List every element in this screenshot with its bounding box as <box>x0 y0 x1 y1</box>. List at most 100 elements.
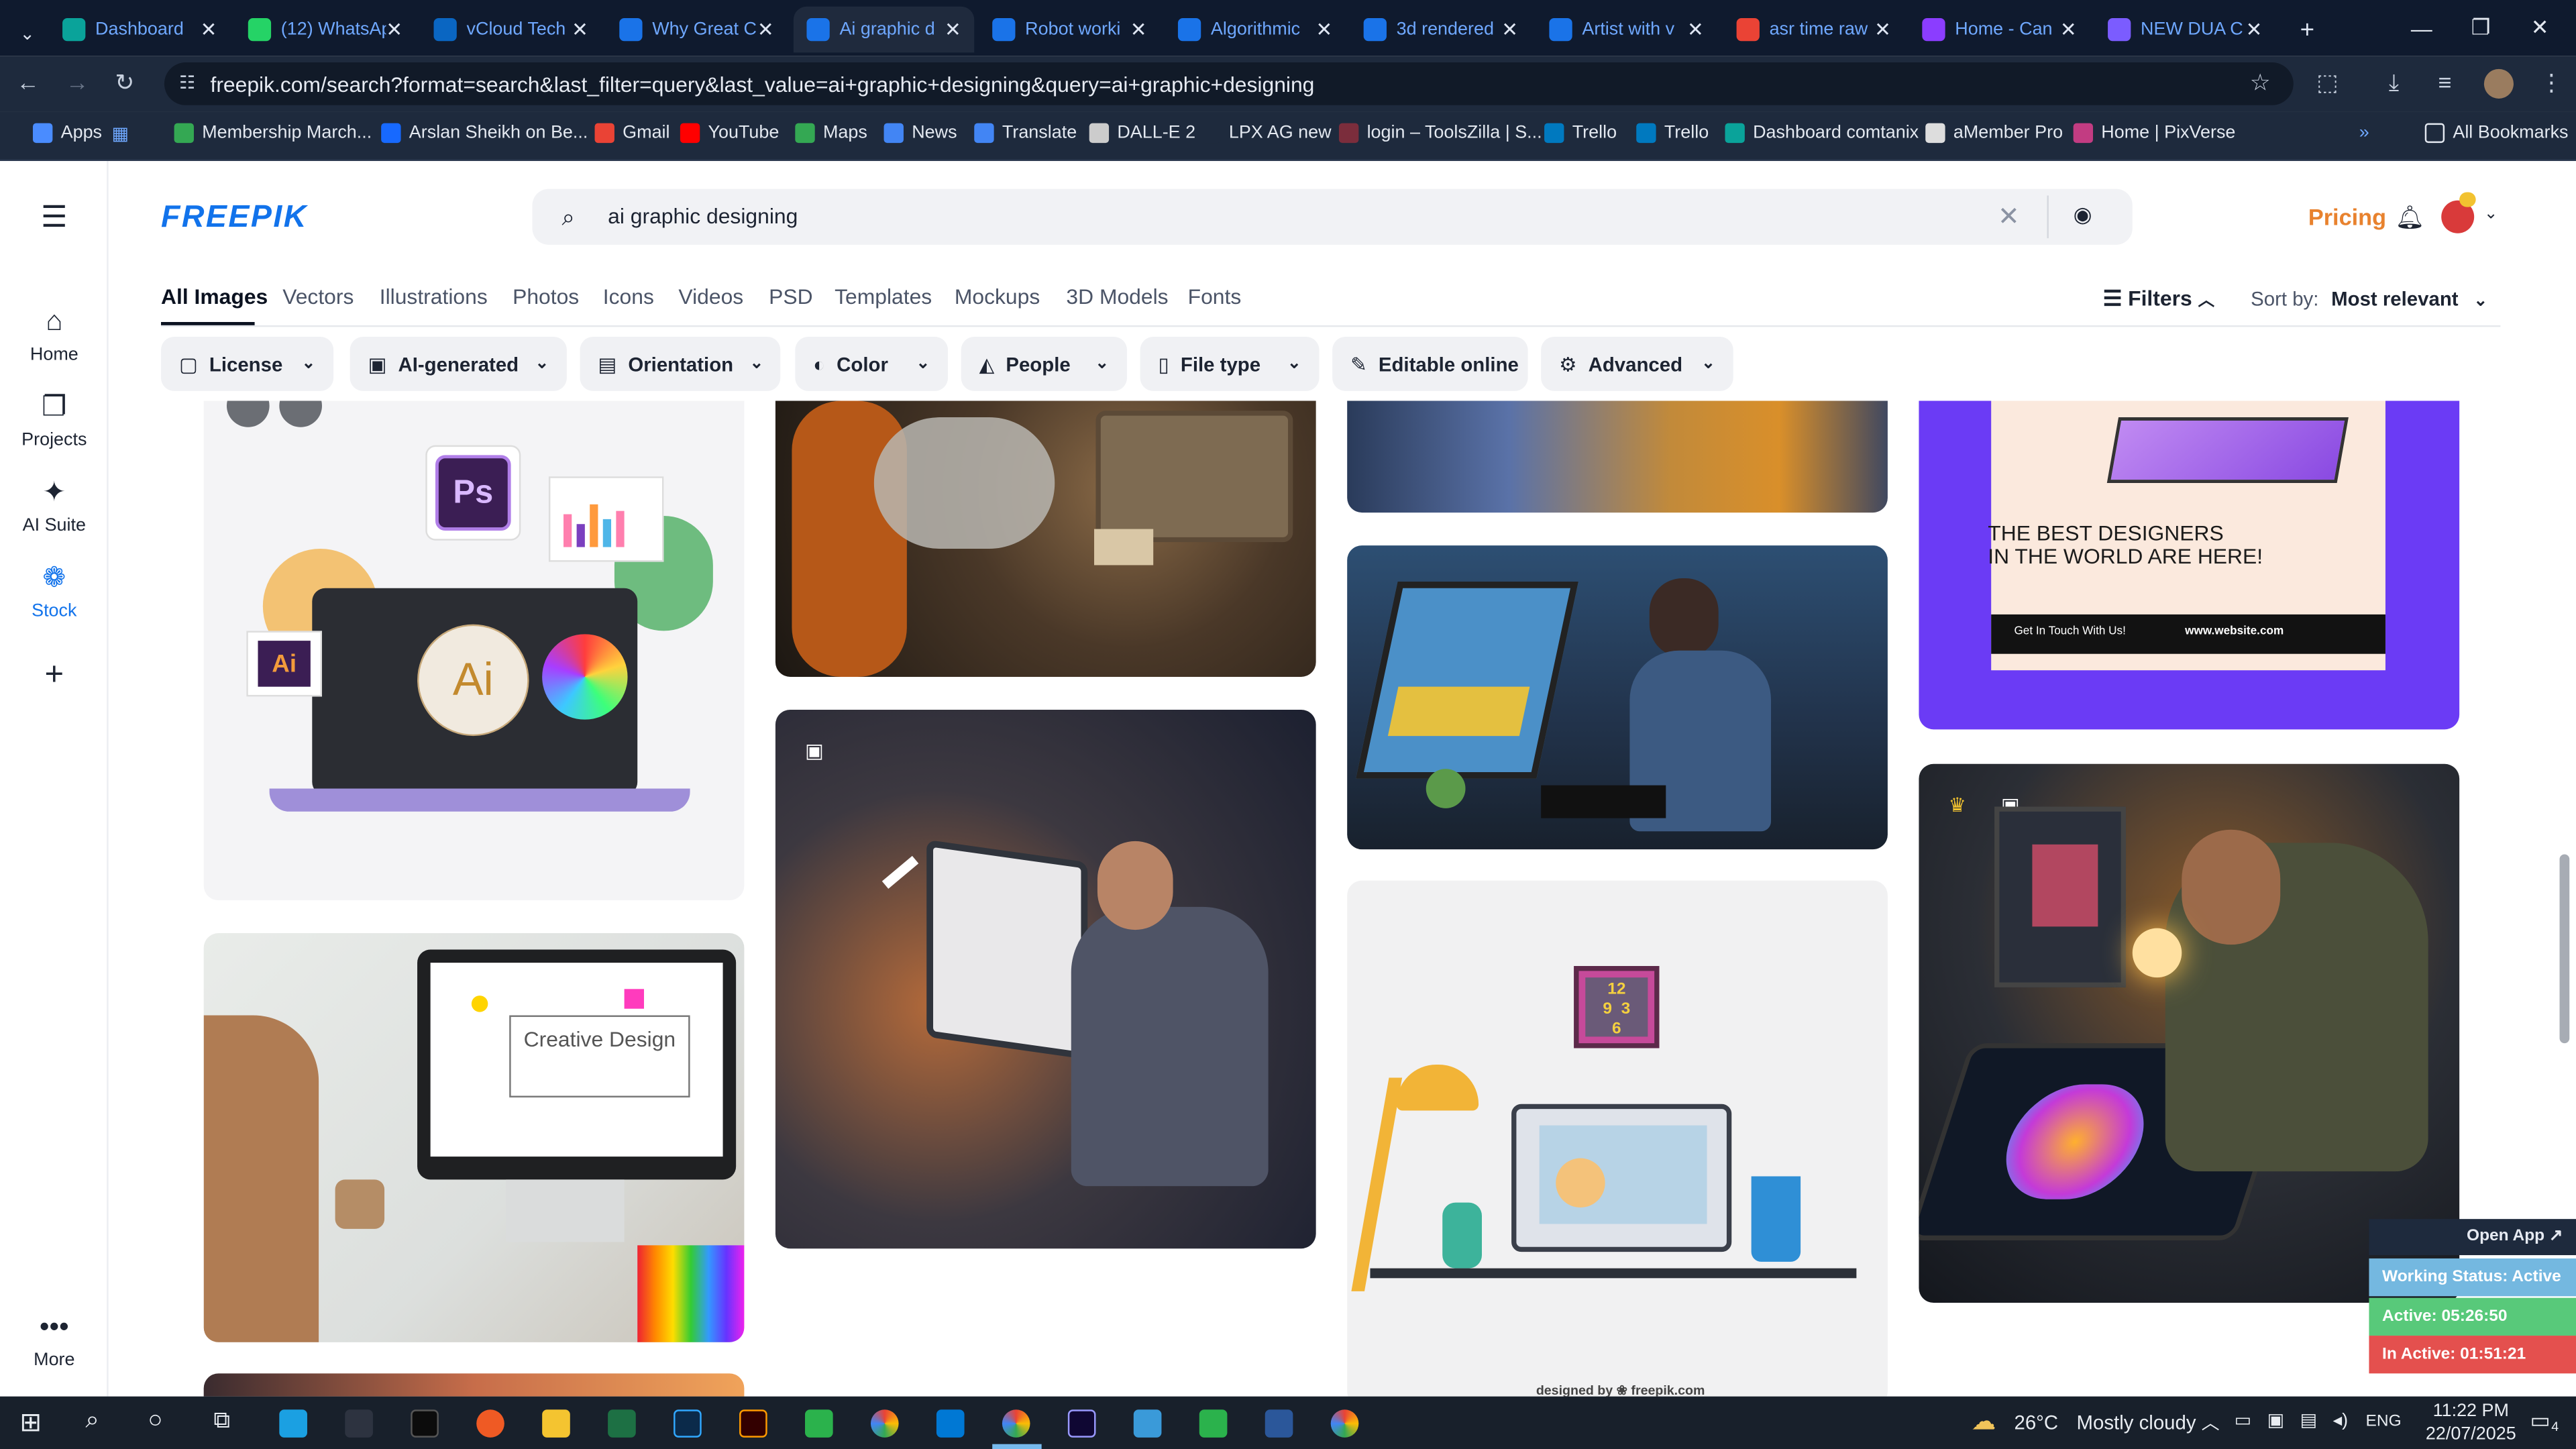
result-image-patterned-cloth[interactable] <box>1347 400 1888 513</box>
close-tab-icon[interactable]: ✕ <box>572 18 588 41</box>
filter-chip-advanced[interactable]: ⚙ Advanced ⌄ <box>1541 337 1733 391</box>
word-icon[interactable] <box>1265 1409 1293 1438</box>
address-bar[interactable]: ☷ freepik.com/search?format=search&last_… <box>164 62 2294 105</box>
browser-tab[interactable]: Robot worki ✕ <box>979 7 1160 53</box>
bookmark-item[interactable]: DALL-E 2 <box>1089 123 1195 144</box>
bookmark-item[interactable]: Trello <box>1636 123 1709 144</box>
chrome-active-icon[interactable] <box>1002 1409 1030 1438</box>
profile-avatar[interactable] <box>2483 68 2514 99</box>
clear-search-icon[interactable]: ✕ <box>1998 201 2020 233</box>
close-tab-icon[interactable]: ✕ <box>1501 18 1518 41</box>
bookmark-star-icon[interactable]: ☆ <box>2250 69 2271 97</box>
notification-center-icon[interactable]: ▭ <box>2530 1408 2550 1434</box>
close-tab-icon[interactable]: ✕ <box>945 18 961 41</box>
sidebar-item-home[interactable]: ⌂ Home <box>0 306 109 365</box>
premiere-icon[interactable] <box>1067 1409 1096 1438</box>
all-bookmarks-button[interactable]: All Bookmarks <box>2424 123 2569 144</box>
bookmark-item[interactable]: YouTube <box>680 123 779 144</box>
page-scrollbar-thumb[interactable] <box>2559 854 2570 1044</box>
filter-chip-editable-online[interactable]: ✎ Editable online <box>1332 337 1528 391</box>
browser-tab[interactable]: Why Great C ✕ <box>606 7 787 53</box>
type-tab-templates[interactable]: Templates <box>835 284 932 309</box>
close-tab-icon[interactable]: ✕ <box>1316 18 1332 41</box>
search-icon[interactable]: ⌕ <box>562 204 575 232</box>
close-tab-icon[interactable]: ✕ <box>2246 18 2263 41</box>
browser-tab[interactable]: Home - Can ✕ <box>1909 7 2090 53</box>
user-menu-chevron-icon[interactable]: ⌄ <box>2484 205 2498 223</box>
file-explorer-icon[interactable] <box>542 1409 570 1438</box>
add-icon[interactable]: + <box>0 657 109 695</box>
result-image-ai-ps-illustration[interactable]: Ps Ai Ai <box>203 400 745 901</box>
browser-tab[interactable]: Dashboard ✕ <box>49 7 229 53</box>
sidebar-item-ai-suite[interactable]: ✦ AI Suite <box>0 476 109 535</box>
weather-temp[interactable]: 26°C <box>2014 1411 2058 1434</box>
sort-dropdown[interactable]: Most relevant ⌄ <box>2331 288 2487 311</box>
browser-tab[interactable]: 3d rendered ✕ <box>1350 7 1531 53</box>
chrome-2-icon[interactable] <box>1330 1409 1359 1438</box>
browser-tab[interactable]: vCloud Tech ✕ <box>421 7 601 53</box>
bookmark-item[interactable]: Trello <box>1544 123 1617 144</box>
green-app-icon[interactable] <box>805 1409 833 1438</box>
network-icon[interactable]: ▤ <box>2300 1409 2317 1431</box>
back-icon[interactable]: ← <box>16 69 39 95</box>
browser-tab[interactable]: Artist with v ✕ <box>1536 7 1717 53</box>
downloads-icon[interactable]: ⤓ <box>2389 69 2399 97</box>
type-tab-all-images[interactable]: All Images <box>161 284 268 309</box>
sidebar-item-projects[interactable]: ❐ Projects <box>0 391 109 450</box>
taskbar-search-icon[interactable]: ⌕ <box>85 1406 99 1434</box>
bookmark-item[interactable]: Home | PixVerse <box>2073 123 2235 144</box>
edge-icon[interactable] <box>279 1409 307 1438</box>
filter-chip-orientation[interactable]: ▤ Orientation ⌄ <box>580 337 781 391</box>
bookmark-item[interactable]: Gmail <box>594 123 670 144</box>
filter-chip-file-type[interactable]: ▯ File type ⌄ <box>1140 337 1320 391</box>
close-tab-icon[interactable]: ✕ <box>2060 18 2077 41</box>
minimize-button[interactable]: — <box>2392 0 2451 56</box>
task-view-icon[interactable]: ⧉ <box>213 1406 229 1434</box>
browser-tab[interactable]: Ai graphic d ✕ <box>793 6 975 53</box>
excel-icon[interactable] <box>608 1409 636 1438</box>
notification-bell-icon[interactable]: 🔔︎ <box>2396 204 2425 232</box>
blue-app-icon[interactable] <box>1133 1409 1162 1438</box>
windows-start-icon[interactable]: ⊞ <box>19 1406 42 1439</box>
result-image-best-designers-template[interactable]: THE BEST DESIGNERS IN THE WORLD ARE HERE!… <box>1919 400 2460 730</box>
type-tab-icons[interactable]: Icons <box>603 284 654 309</box>
illustrator-icon[interactable] <box>739 1409 767 1438</box>
result-image-creative-design[interactable]: Creative Design <box>203 933 745 1342</box>
chrome-icon[interactable] <box>870 1409 899 1438</box>
browser-tab[interactable]: NEW DUA C ✕ <box>2094 7 2275 53</box>
bookmark-item[interactable]: News <box>883 123 957 144</box>
tab-search-button[interactable]: ⌄ <box>7 10 40 56</box>
filters-toggle[interactable]: ☰ Filters ︿ <box>2103 286 2214 312</box>
type-tab-photos[interactable]: Photos <box>513 284 579 309</box>
bookmark-item[interactable]: Translate <box>974 123 1077 144</box>
photoshop-icon[interactable] <box>674 1409 702 1438</box>
clock-time[interactable]: 11:22 PM <box>2422 1401 2520 1421</box>
type-tab-fonts[interactable]: Fonts <box>1188 284 1242 309</box>
result-image-partial[interactable] <box>203 1373 745 1397</box>
apps-grid-icon[interactable]: ▦ <box>112 123 129 144</box>
open-app-button[interactable]: Open App ↗ <box>2369 1219 2576 1256</box>
bookmark-item[interactable]: Membership March... <box>174 123 372 144</box>
result-image-desk-illustration[interactable]: 12 9 36 designed by ❀ freepik.com <box>1347 880 1888 1397</box>
tray-app-2-icon[interactable]: ▣ <box>2267 1409 2284 1431</box>
close-tab-icon[interactable]: ✕ <box>386 18 402 41</box>
bookmark-item[interactable]: Maps <box>795 123 867 144</box>
filter-chip-people[interactable]: ◭ People ⌄ <box>961 337 1128 391</box>
close-tab-icon[interactable]: ✕ <box>201 18 217 41</box>
zoom-app-icon[interactable] <box>476 1409 504 1438</box>
close-tab-icon[interactable]: ✕ <box>1874 18 1891 41</box>
tray-chevron-icon[interactable]: ︿ <box>2202 1409 2220 1436</box>
more-bookmarks-button[interactable]: » <box>2359 123 2369 143</box>
bookmark-item[interactable]: LPX AG new <box>1201 123 1332 144</box>
bookmark-item[interactable]: login – ToolsZilla | S... <box>1338 123 1542 144</box>
vscode-icon[interactable] <box>936 1409 965 1438</box>
sidebar-item-stock[interactable]: ❁ Stock <box>0 562 109 621</box>
hamburger-menu-icon[interactable]: ☰ <box>0 201 109 235</box>
type-tab-mockups[interactable]: Mockups <box>955 284 1040 309</box>
type-tab-videos[interactable]: Videos <box>678 284 743 309</box>
clock-date[interactable]: 22/07/2025 <box>2415 1424 2527 1444</box>
volume-icon[interactable]: ◂) <box>2333 1409 2349 1431</box>
terminal-icon[interactable] <box>411 1409 439 1438</box>
freepik-logo[interactable]: FREEPIK <box>161 201 308 237</box>
green-app-2-icon[interactable] <box>1199 1409 1228 1438</box>
